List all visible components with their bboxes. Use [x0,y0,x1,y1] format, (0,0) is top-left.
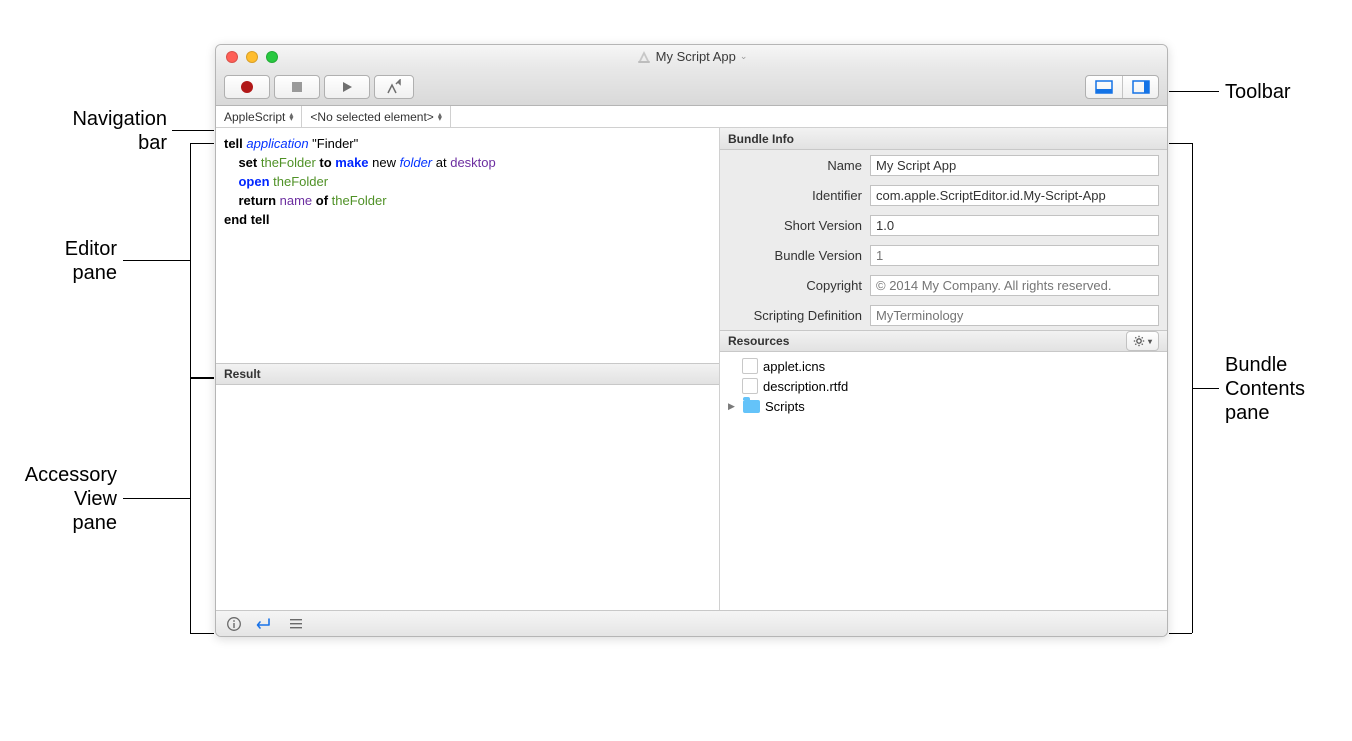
right-pane-icon [1132,80,1150,94]
editor-pane[interactable]: tell application "Finder" set theFolder … [216,128,719,363]
bundle-info-form: Name Identifier Short Version Bundle Ver… [720,150,1167,330]
bundle-contents-pane: Bundle Info Name Identifier Short Versio… [720,128,1167,610]
updown-icon: ▴▾ [438,113,442,121]
compile-button[interactable] [374,75,414,99]
resources-list: applet.icns description.rtfd ▶ Scripts [720,352,1167,610]
resource-item[interactable]: ▶ Scripts [720,396,1167,416]
updown-icon: ▴▾ [289,113,293,121]
copyright-label: Copyright [720,278,870,293]
callout-toolbar: Toolbar [1225,80,1291,104]
log-view-button[interactable] [288,616,304,632]
toggle-right-pane-button[interactable] [1122,76,1158,98]
disclosure-triangle-icon[interactable]: ▶ [728,401,738,412]
result-body [216,385,719,610]
gear-icon [1133,335,1145,347]
resource-item[interactable]: applet.icns [720,356,1167,376]
bundle-info-header: Bundle Info [720,128,1167,150]
info-icon [226,616,242,632]
callout-navigation-bar: Navigationbar [12,107,167,155]
identifier-field[interactable] [870,185,1159,206]
run-button[interactable] [324,75,370,99]
callout-accessory-view-pane: AccessoryViewpane [12,463,117,535]
result-view-button[interactable] [256,616,274,632]
script-editor-window: My Script App ⌄ [215,44,1168,637]
callout-bundle-contents-pane: BundleContentspane [1225,353,1305,425]
list-icon [288,616,304,632]
copyright-field[interactable] [870,275,1159,296]
navigation-bar: AppleScript ▴▾ <No selected element> ▴▾ [216,106,1167,128]
bottom-bar [216,610,1167,636]
stop-button[interactable] [274,75,320,99]
left-column: tell application "Finder" set theFolder … [216,128,720,610]
main-split: tell application "Finder" set theFolder … [216,128,1167,610]
record-button[interactable] [224,75,270,99]
rtfd-file-icon [742,378,758,394]
chevron-down-icon: ▾ [1148,337,1152,346]
script-icon [636,49,652,65]
toggle-bottom-pane-button[interactable] [1086,76,1122,98]
titlebar: My Script App ⌄ [216,45,1167,68]
window-title[interactable]: My Script App ⌄ [216,49,1167,65]
element-picker[interactable]: <No selected element> ▴▾ [302,106,450,127]
callout-editor-pane: Editorpane [12,237,117,285]
zoom-button[interactable] [266,51,278,63]
close-button[interactable] [226,51,238,63]
scripting-definition-field[interactable] [870,305,1159,326]
toolbar [216,68,1167,106]
pane-toggle-segment [1085,75,1159,99]
bundle-version-field[interactable] [870,245,1159,266]
short-version-label: Short Version [720,218,870,233]
name-field[interactable] [870,155,1159,176]
folder-icon [743,400,760,413]
name-label: Name [720,158,870,173]
chevron-down-icon: ⌄ [740,51,748,62]
resources-header: Resources ▾ [720,330,1167,352]
minimize-button[interactable] [246,51,258,63]
icns-file-icon [742,358,758,374]
scripting-definition-label: Scripting Definition [720,308,870,323]
result-header: Result [216,363,719,385]
resource-item[interactable]: description.rtfd [720,376,1167,396]
short-version-field[interactable] [870,215,1159,236]
resources-action-menu[interactable]: ▾ [1126,331,1159,351]
identifier-label: Identifier [720,188,870,203]
return-arrow-icon [256,616,274,632]
bundle-version-label: Bundle Version [720,248,870,263]
language-picker[interactable]: AppleScript ▴▾ [216,106,302,127]
bottom-pane-icon [1095,80,1113,94]
description-view-button[interactable] [226,616,242,632]
